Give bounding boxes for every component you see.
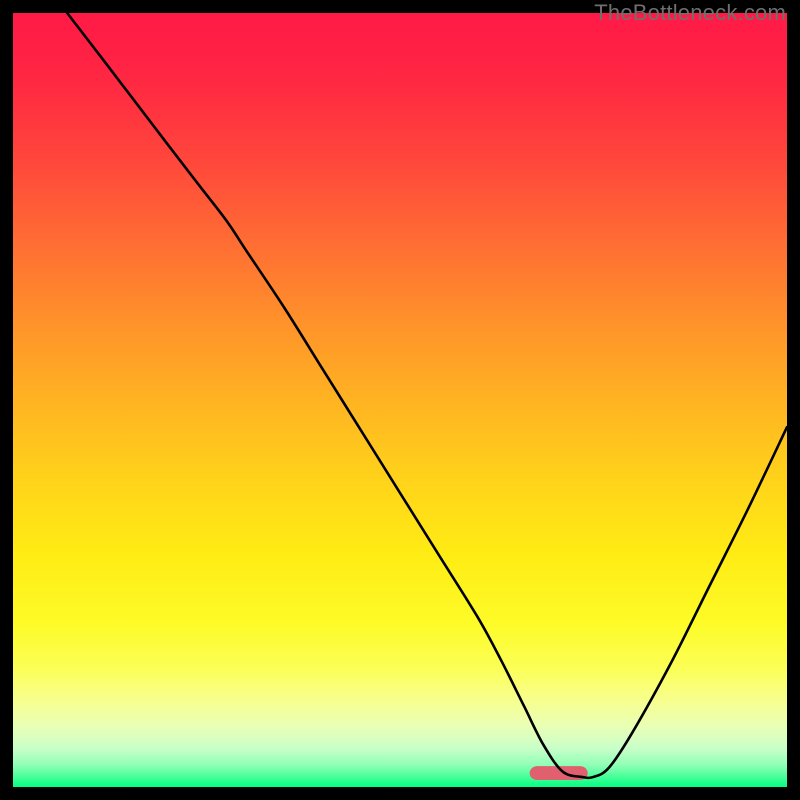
gradient-background [13, 13, 787, 787]
chart-frame [13, 13, 787, 787]
bottleneck-chart [13, 13, 787, 787]
watermark-text: TheBottleneck.com [594, 0, 786, 26]
